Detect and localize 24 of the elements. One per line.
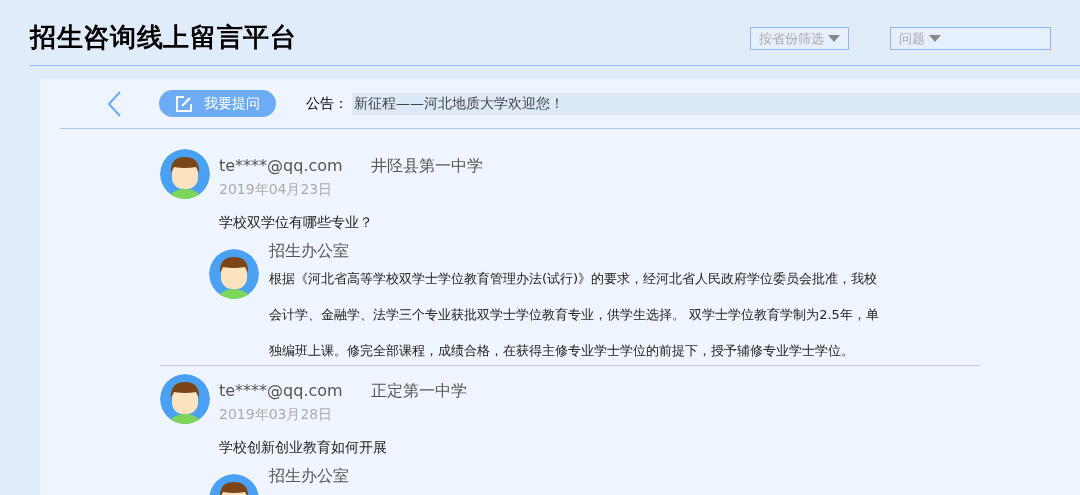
caret-icon — [828, 35, 840, 42]
avatar-icon — [209, 249, 259, 299]
notice-label: 公告： — [306, 94, 348, 113]
post-date: 2019年04月23日 — [219, 180, 334, 199]
reply-author: 招生办公室 — [269, 241, 350, 261]
back-icon[interactable] — [107, 90, 121, 117]
caret-icon — [929, 35, 941, 42]
school-name: 正定第一中学 — [371, 380, 467, 402]
filter-dropdown[interactable]: 问题 — [890, 27, 1051, 50]
ask-question-button[interactable]: 我要提问 — [159, 90, 276, 117]
question-text: 学校双学位有哪些专业？ — [219, 213, 374, 232]
user-email: te****@qq.com — [219, 380, 344, 402]
notice-bar: 新征程——河北地质大学欢迎您！ — [352, 92, 1080, 115]
filter-dropdown[interactable]: 按省份筛选 — [750, 27, 849, 50]
user-email: te****@qq.com — [219, 155, 344, 177]
reply-text: 根据《河北省高等学校双学士学位教育管理办法(试行)》的要求，经河北省人民政府学位委员会批准，我校 会计学、金融学、法学三个专业获批双学士学位教育专业，供学生选择。 双学士学位教育学制为2.5年，单 独编班上课。修完全部课程，成绩合格，在获得主修专业学士学位的前提下，授予辅修专业学士学位。 — [269, 270, 879, 360]
post-date: 2019年03月28日 — [219, 405, 334, 424]
avatar-icon — [160, 374, 210, 424]
edit-icon — [175, 95, 192, 112]
school-name: 井陉县第一中学 — [371, 155, 483, 177]
avatar-icon — [160, 149, 210, 199]
reply-author: 招生办公室 — [269, 466, 349, 486]
page-title: 招生咨询线上留言平台 — [30, 21, 298, 54]
question-text: 学校创新创业教育如何开展 — [219, 438, 388, 457]
